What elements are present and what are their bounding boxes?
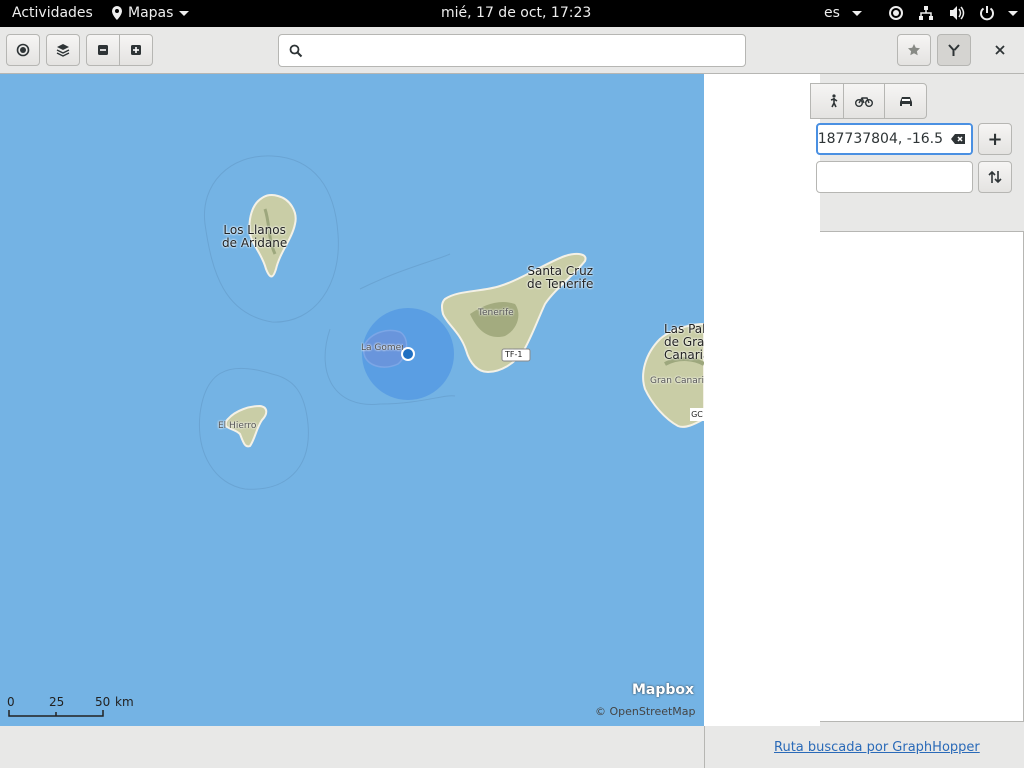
island-label-la-gomera: La Gomera (361, 343, 403, 353)
cycling-icon (855, 97, 873, 107)
system-menu[interactable] (888, 0, 1018, 27)
volume-icon (949, 6, 965, 20)
backspace-icon (951, 134, 965, 144)
favorites-button[interactable] (897, 34, 931, 66)
zoom-out-icon (98, 45, 108, 55)
walking-icon (830, 94, 838, 108)
chevron-down-icon (179, 10, 190, 16)
car-mode-button[interactable] (884, 83, 927, 119)
bottom-bar: Ruta buscada por GraphHopper (0, 726, 1024, 768)
header-bar (0, 27, 1024, 74)
top-bar: Actividades Mapas mié, 17 de oct, 17:23 … (0, 0, 1024, 27)
add-via-button[interactable]: + (978, 123, 1012, 155)
transport-mode-group (810, 83, 927, 119)
place-label-santa-cruz: Santa Cruz de Tenerife (527, 264, 594, 291)
route-to-entry[interactable] (816, 161, 973, 193)
map-pin-icon (112, 6, 122, 20)
location-icon (16, 43, 30, 57)
zoom-in-icon (131, 45, 141, 55)
road-label-gc: GC (690, 408, 704, 421)
power-icon (980, 6, 995, 21)
app-menu-label: Mapas (128, 5, 174, 21)
island-label-gran-canaria: Gran Canaria (650, 376, 704, 386)
app-menu[interactable]: Mapas (110, 0, 190, 27)
car-icon (899, 97, 912, 106)
chevron-down-icon (851, 10, 862, 16)
route-sidebar: 28.123187737804, -16.5 + (810, 74, 1024, 726)
clear-entry-button[interactable] (945, 125, 971, 153)
route-icon (948, 44, 960, 56)
location-services-icon (889, 6, 903, 20)
activities-button[interactable]: Actividades (12, 0, 93, 27)
place-label-los-llanos: Los Llanos de Aridane (222, 223, 288, 250)
mapbox-logo[interactable]: Mapbox (632, 682, 694, 698)
favorites-star-icon (908, 44, 920, 56)
map-terrain (198, 155, 704, 490)
search-icon (289, 44, 303, 58)
map-view[interactable]: Los Llanos de Aridane Santa Cruz de Teneri… (0, 74, 704, 726)
zoom-out-button[interactable] (86, 34, 120, 66)
chevron-down-icon (1007, 10, 1018, 16)
add-via-label: + (987, 128, 1003, 150)
language-label: es (824, 5, 840, 21)
scale-unit: km (115, 695, 134, 709)
language-menu[interactable]: es (824, 0, 862, 27)
layers-button[interactable] (46, 34, 80, 66)
route-from-entry[interactable]: 28.123187737804, -16.5 (816, 123, 973, 155)
scale-end: 50 (95, 695, 111, 709)
window-close-button[interactable] (980, 34, 1020, 66)
island-label-el-hierro: El Hierro (218, 421, 257, 431)
zoom-in-button[interactable] (119, 34, 153, 66)
close-icon (995, 45, 1005, 55)
island-label-tenerife: Tenerife (478, 308, 514, 318)
scale-zero: 0 (7, 695, 15, 709)
road-label-tf1: TF-1 (505, 350, 523, 359)
cycling-mode-button[interactable] (843, 83, 885, 119)
walking-mode-button[interactable] (810, 83, 844, 119)
place-label-las-palmas: Las Palmasde GranCanaria (664, 323, 704, 362)
clock[interactable]: mié, 17 de oct, 17:23 (441, 0, 591, 27)
scale-bar (8, 710, 104, 717)
blank-region (704, 74, 820, 726)
divider (704, 726, 705, 768)
swap-icon (988, 170, 1002, 184)
search-entry[interactable] (278, 34, 746, 67)
network-icon (919, 6, 934, 20)
route-from-value: 28.123187737804, -16.5 (817, 131, 943, 147)
map-attribution[interactable]: © OpenStreetMap (595, 705, 696, 718)
layers-icon (56, 44, 70, 57)
route-button[interactable] (937, 34, 971, 66)
reverse-route-button[interactable] (978, 161, 1012, 193)
route-results-panel (820, 231, 1024, 722)
search-input[interactable] (311, 40, 735, 64)
map-scale: 0 25 50 km (7, 694, 134, 718)
graphhopper-link[interactable]: Ruta buscada por GraphHopper (774, 740, 980, 755)
graphhopper-credit: Ruta buscada por GraphHopper (774, 739, 980, 755)
my-location-button[interactable] (6, 34, 40, 66)
scale-mid: 25 (49, 695, 65, 709)
